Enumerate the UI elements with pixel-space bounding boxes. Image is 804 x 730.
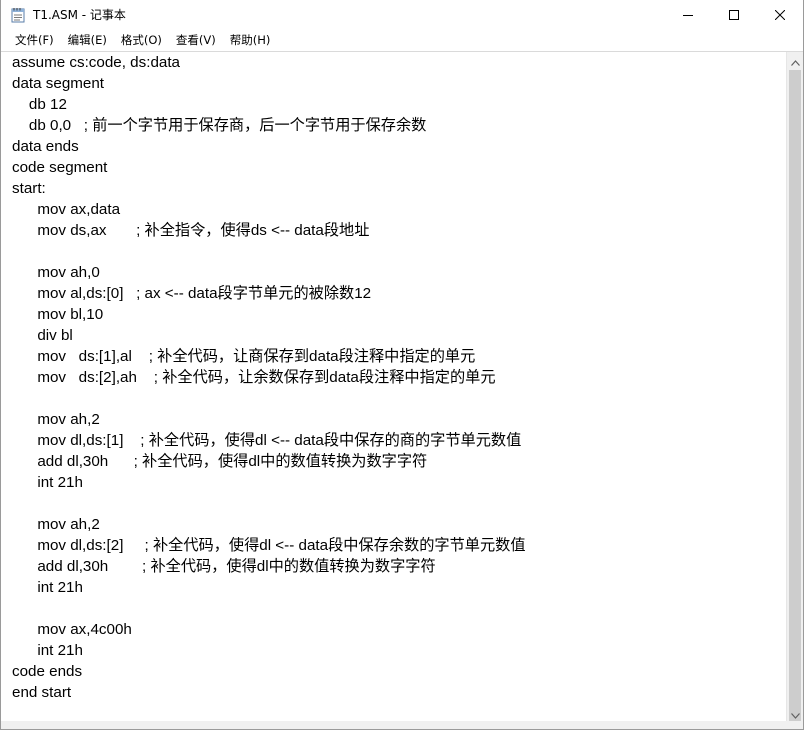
code-line: mov ds:[2],ah ; 补全代码，让余数保存到data段注释中指定的单元 (12, 369, 496, 386)
vertical-scrollbar[interactable] (786, 52, 803, 722)
code-line: mov ax,data (12, 201, 121, 218)
window-title: T1.ASM - 记事本 (33, 8, 126, 22)
code-line: mov dl,ds:[2] ; 补全代码，使得dl <-- data段中保存余数… (12, 537, 526, 554)
menu-view[interactable]: 查看(V) (168, 30, 222, 51)
code-line: mov ah,2 (12, 411, 100, 428)
maximize-button[interactable] (711, 0, 757, 30)
code-line: int 21h (12, 474, 83, 491)
notepad-icon (11, 7, 25, 23)
minimize-icon (683, 10, 693, 20)
close-icon (775, 10, 785, 20)
code-line: mov dl,ds:[1] ; 补全代码，使得dl <-- data段中保存的商… (12, 432, 522, 449)
editor: assume cs:code, ds:data data segment db … (1, 51, 803, 722)
code-line: data ends (12, 138, 79, 155)
menu-bar: 文件(F) 编辑(E) 格式(O) 查看(V) 帮助(H) (1, 30, 803, 51)
maximize-icon (729, 10, 739, 20)
code-line: db 12 (12, 96, 67, 113)
code-line: mov ds:[1],al ; 补全代码，让商保存到data段注释中指定的单元 (12, 348, 476, 365)
code-line: code ends (12, 663, 83, 680)
text-area[interactable]: assume cs:code, ds:data data segment db … (1, 52, 785, 722)
menu-help[interactable]: 帮助(H) (222, 30, 277, 51)
code-line: int 21h (12, 642, 83, 659)
code-line: mov bl,10 (12, 306, 104, 323)
title-bar[interactable]: T1.ASM - 记事本 (1, 0, 803, 30)
code-line: add dl,30h ; 补全代码，使得dl中的数值转换为数字字符 (12, 453, 428, 470)
menu-file[interactable]: 文件(F) (7, 30, 60, 51)
chevron-up-icon (791, 51, 800, 70)
menu-edit[interactable]: 编辑(E) (60, 30, 113, 51)
code-line: data segment (12, 75, 105, 92)
scroll-down-button[interactable] (787, 705, 803, 722)
scroll-thumb[interactable] (789, 70, 801, 722)
code-line: int 21h (12, 579, 83, 596)
close-button[interactable] (757, 0, 803, 30)
code-line: code segment (12, 159, 108, 176)
code-line: div bl (12, 327, 73, 344)
code-line: start: (12, 180, 46, 197)
code-line: assume cs:code, ds:data (12, 54, 180, 71)
code-line: mov al,ds:[0] ; ax <-- data段字节单元的被除数12 (12, 285, 372, 302)
code-line: end start (12, 684, 72, 701)
code-line: mov ah,2 (12, 516, 100, 533)
menu-format[interactable]: 格式(O) (113, 30, 168, 51)
scroll-up-button[interactable] (787, 51, 803, 70)
notepad-window: T1.ASM - 记事本 文件(F) 编辑(E) 格式(O) 查看(V) 帮助(… (0, 0, 804, 730)
minimize-button[interactable] (665, 0, 711, 30)
code-line: mov ds,ax ; 补全指令，使得ds <-- data段地址 (12, 222, 370, 239)
bottom-edge (1, 721, 803, 729)
code-line: add dl,30h ; 补全代码，使得dl中的数值转换为数字字符 (12, 558, 436, 575)
code-line: mov ax,4c00h (12, 621, 132, 638)
code-line: db 0,0 ; 前一个字节用于保存商，后一个字节用于保存余数 (12, 117, 427, 134)
code-line: mov ah,0 (12, 264, 100, 281)
